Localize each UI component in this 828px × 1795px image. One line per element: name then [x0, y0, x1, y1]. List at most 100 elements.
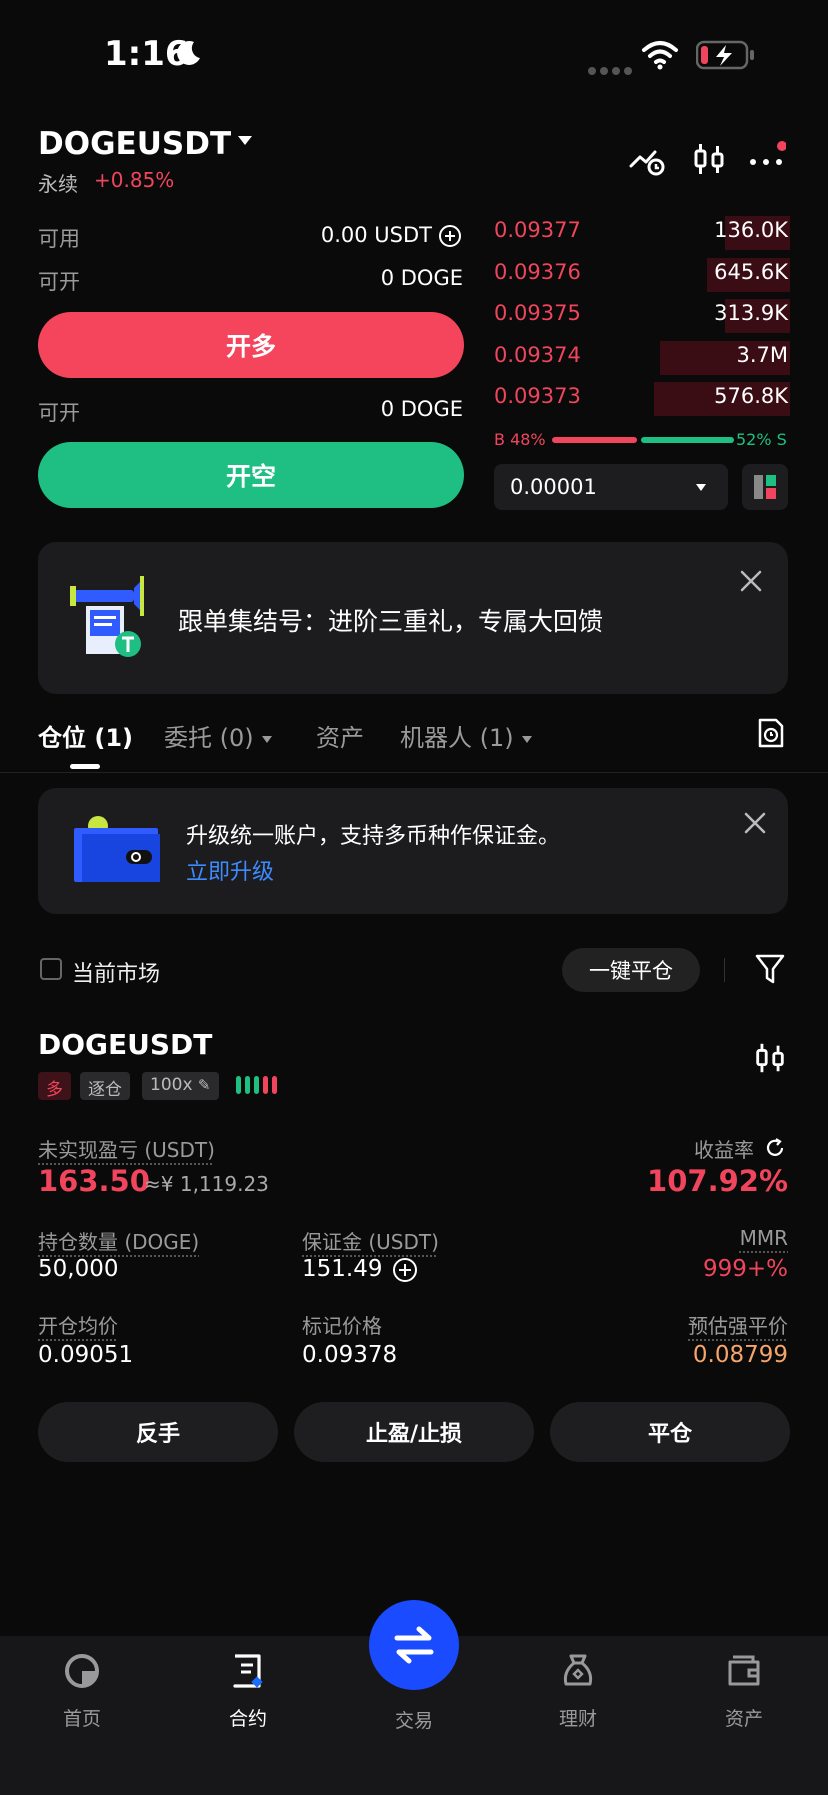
- copy-trading-banner[interactable]: 跟单集结号：进阶三重礼，专属大回馈: [38, 542, 788, 694]
- open-long-button[interactable]: 开多: [38, 312, 464, 378]
- wallet-icon: [74, 816, 160, 882]
- nav-finance[interactable]: 理财: [518, 1652, 638, 1731]
- ask-price: 0.09377: [494, 218, 581, 242]
- banner-upgrade-text: 升级统一账户，支持多币种作保证金。: [186, 824, 561, 849]
- ask-quantity: 576.8K: [714, 384, 788, 408]
- nav-contract[interactable]: 合约: [188, 1652, 308, 1731]
- battery-icon: [696, 40, 754, 70]
- available-label: 可用: [38, 227, 80, 251]
- ask-price: 0.09375: [494, 301, 581, 325]
- mark-price-value: 0.09378: [302, 1342, 398, 1368]
- ask-quantity: 313.9K: [714, 301, 788, 325]
- add-funds-icon[interactable]: [438, 224, 462, 248]
- margin-mode-tag: 逐仓: [80, 1072, 130, 1100]
- orderbook-ask-row[interactable]: 0.09376 645.6K: [494, 256, 790, 292]
- tab-orders-label: 委托 (0): [164, 724, 254, 752]
- ask-price: 0.09374: [494, 342, 581, 367]
- adl-indicator: [236, 1076, 281, 1098]
- tp-sl-button[interactable]: 止盈/止损: [294, 1402, 534, 1462]
- nav-contract-label: 合约: [228, 1708, 267, 1730]
- nav-finance-label: 理财: [558, 1708, 597, 1730]
- unified-account-banner[interactable]: 升级统一账户，支持多币种作保证金。 立即升级: [38, 788, 788, 914]
- can-open-short-label: 可开: [38, 401, 80, 425]
- liq-price-label[interactable]: 预估强平价: [688, 1310, 788, 1339]
- tab-bots[interactable]: 机器人 (1): [400, 718, 532, 753]
- unrealized-pnl-value: 163.50: [38, 1164, 150, 1198]
- close-all-button[interactable]: 一键平仓: [562, 948, 700, 992]
- margin-value: 151.49: [302, 1256, 383, 1282]
- precision-value: 0.00001: [510, 475, 597, 499]
- nav-assets-label: 资产: [724, 1708, 763, 1730]
- reverse-button[interactable]: 反手: [38, 1402, 278, 1462]
- leverage-tag[interactable]: 100x ✎: [142, 1072, 219, 1100]
- trade-button[interactable]: [369, 1600, 459, 1690]
- add-margin-icon[interactable]: [392, 1257, 418, 1283]
- nav-home[interactable]: 首页: [22, 1652, 142, 1731]
- margin-label[interactable]: 保证金 (USDT): [302, 1226, 439, 1255]
- current-market-checkbox[interactable]: [40, 958, 62, 980]
- open-short-button[interactable]: 开空: [38, 442, 464, 508]
- edit-icon: ✎: [197, 1076, 211, 1094]
- banner-promo-text: 跟单集结号：进阶三重礼，专属大回馈: [178, 607, 604, 636]
- ask-quantity: 136.0K: [714, 218, 788, 242]
- close-icon[interactable]: [738, 568, 764, 594]
- available-value: 0.00 USDT: [320, 223, 432, 247]
- can-open-short-value: 0 DOGE: [380, 397, 463, 421]
- swap-arrows-icon: [394, 1626, 434, 1664]
- price-change: +0.85%: [94, 168, 175, 192]
- nav-home-label: 首页: [62, 1708, 101, 1730]
- price-alert-icon[interactable]: [628, 140, 666, 178]
- orderbook-ask-row[interactable]: 0.09373 576.8K: [494, 380, 790, 416]
- roi-value: 107.92%: [647, 1164, 788, 1198]
- orderbook-layout-icon[interactable]: [742, 464, 788, 510]
- wallet-icon: [728, 1655, 760, 1686]
- position-size-value: 50,000: [38, 1256, 119, 1282]
- divider: [0, 772, 828, 773]
- orderbook-ask-row[interactable]: 0.09377 136.0K: [494, 214, 790, 250]
- side-tag: 多: [38, 1072, 71, 1100]
- tab-indicator: [70, 764, 100, 769]
- mmr-label[interactable]: MMR: [740, 1226, 788, 1250]
- current-market-label: 当前市场: [72, 962, 161, 987]
- ask-price: 0.09373: [494, 384, 581, 408]
- orderbook-ask-row[interactable]: 0.09375 313.9K: [494, 297, 790, 333]
- upgrade-now-link[interactable]: 立即升级: [186, 854, 274, 886]
- candlestick-chart-icon[interactable]: [752, 1040, 788, 1076]
- tab-assets[interactable]: 资产: [316, 718, 364, 753]
- ask-quantity: 3.7M: [736, 342, 788, 367]
- sell-ratio-bar: [641, 437, 734, 443]
- leverage-value: 100x: [150, 1075, 193, 1095]
- refresh-icon[interactable]: [764, 1137, 786, 1159]
- orderbook-ask-row[interactable]: 0.09374 3.7M: [494, 339, 790, 375]
- pair-selector[interactable]: DOGEUSDT: [38, 126, 231, 162]
- tab-positions[interactable]: 仓位 (1): [38, 718, 133, 753]
- close-position-button[interactable]: 平仓: [550, 1402, 790, 1462]
- precision-select[interactable]: 0.00001: [494, 464, 728, 510]
- candlestick-chart-icon[interactable]: [690, 140, 728, 178]
- tab-bots-label: 机器人 (1): [400, 724, 514, 752]
- entry-price-value: 0.09051: [38, 1342, 134, 1368]
- mark-price-label: 标记价格: [302, 1314, 382, 1338]
- more-icon[interactable]: [748, 140, 786, 178]
- contract-icon: [233, 1654, 263, 1688]
- position-symbol[interactable]: DOGEUSDT: [38, 1028, 212, 1061]
- buy-ratio-bar: [552, 437, 637, 443]
- can-open-long-label: 可开: [38, 270, 80, 294]
- nav-assets[interactable]: 资产: [684, 1652, 804, 1731]
- unrealized-pnl-label[interactable]: 未实现盈亏 (USDT): [38, 1134, 215, 1163]
- can-open-long-value: 0 DOGE: [380, 266, 463, 290]
- mmr-value: 999+%: [702, 1256, 788, 1282]
- close-icon[interactable]: [742, 810, 768, 836]
- nav-trade-label: 交易: [394, 1710, 433, 1732]
- moon-icon: [177, 40, 200, 65]
- position-size-label[interactable]: 持仓数量 (DOGE): [38, 1226, 199, 1255]
- megaphone-receipt-icon: [70, 576, 144, 657]
- filter-icon[interactable]: [754, 952, 786, 986]
- history-icon[interactable]: [754, 716, 788, 750]
- chevron-down-icon[interactable]: [238, 136, 252, 145]
- money-bag-icon: [563, 1654, 593, 1686]
- entry-price-label[interactable]: 开仓均价: [38, 1310, 118, 1339]
- liq-price-value: 0.08799: [692, 1342, 788, 1368]
- tab-orders[interactable]: 委托 (0): [164, 718, 272, 753]
- chevron-down-icon: [261, 735, 272, 743]
